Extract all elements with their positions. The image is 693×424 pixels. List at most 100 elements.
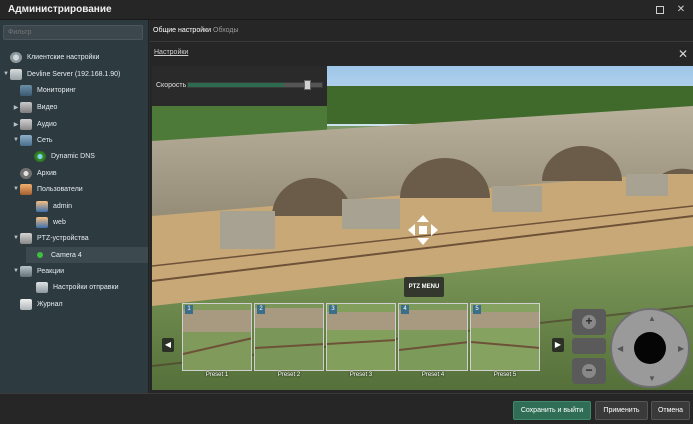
preset-1[interactable]: 1 Preset 1 bbox=[182, 303, 252, 383]
preset-number: 1 bbox=[185, 305, 193, 314]
sidebar-item-camera-4[interactable]: Camera 4 bbox=[26, 247, 148, 263]
user-icon bbox=[36, 200, 48, 212]
chevron-right-icon[interactable]: ▶ bbox=[12, 104, 20, 111]
chevron-down-icon[interactable]: ▼ bbox=[12, 186, 20, 192]
chevron-down-icon[interactable]: ▼ bbox=[12, 137, 20, 143]
sidebar: Клиентские настройки ▼ Devline Server (1… bbox=[0, 20, 149, 393]
maximize-icon bbox=[656, 6, 664, 14]
cancel-button[interactable]: Отмена bbox=[651, 401, 690, 420]
sidebar-item-video[interactable]: ▶ Видео bbox=[12, 99, 148, 115]
video-icon bbox=[20, 101, 32, 113]
gear-icon bbox=[10, 51, 22, 63]
speed-panel: Скорость bbox=[152, 66, 327, 106]
sidebar-item-users[interactable]: ▼ Пользователи bbox=[12, 181, 148, 197]
sidebar-item-label: admin bbox=[53, 202, 73, 210]
sidebar-item-server[interactable]: ▼ Devline Server (192.168.1.90) bbox=[2, 66, 148, 82]
preset-label: Preset 5 bbox=[493, 372, 517, 378]
apply-button[interactable]: Применить bbox=[595, 401, 648, 420]
preset-label: Preset 1 bbox=[205, 372, 229, 378]
arrow-up-icon[interactable]: ▲ bbox=[648, 314, 656, 323]
maximize-button[interactable] bbox=[653, 3, 667, 17]
preset-5[interactable]: 5 Preset 5 bbox=[470, 303, 540, 383]
speed-slider[interactable] bbox=[187, 80, 323, 90]
tab-patrols[interactable]: Обходы bbox=[213, 27, 239, 34]
preset-thumbnail: 1 bbox=[182, 303, 252, 371]
sidebar-item-ptz[interactable]: ▼ PTZ-устройства bbox=[12, 230, 148, 246]
sidebar-item-label: Пользователи bbox=[37, 185, 83, 193]
chevron-down-icon[interactable]: ▼ bbox=[2, 71, 10, 77]
ptz-menu-button[interactable]: PTZ MENU bbox=[404, 277, 444, 297]
sidebar-item-log[interactable]: Журнал bbox=[12, 296, 148, 312]
zoom-in-icon: + bbox=[582, 315, 596, 329]
close-window-button[interactable]: ✕ bbox=[674, 3, 688, 17]
sidebar-item-label: Camera 4 bbox=[51, 251, 82, 259]
user-icon bbox=[36, 216, 48, 228]
preset-label: Preset 4 bbox=[421, 372, 445, 378]
sidebar-item-dynamic-dns[interactable]: Dynamic DNS bbox=[26, 148, 148, 164]
zoom-out-button[interactable]: − bbox=[572, 358, 606, 384]
settings-link[interactable]: Настройки bbox=[154, 49, 188, 56]
log-icon bbox=[20, 298, 32, 310]
network-icon bbox=[20, 134, 32, 146]
sidebar-item-label: Настройки отправки bbox=[53, 283, 119, 291]
sidebar-item-label: Devline Server (192.168.1.90) bbox=[27, 70, 121, 78]
sidebar-item-label: Dynamic DNS bbox=[51, 152, 95, 160]
sidebar-item-label: Сеть bbox=[37, 136, 53, 144]
speed-slider-thumb[interactable] bbox=[304, 80, 312, 90]
sidebar-item-label: Клиентские настройки bbox=[27, 53, 100, 61]
window-title: Администрирование bbox=[8, 4, 112, 15]
zoom-out-icon: − bbox=[582, 364, 596, 378]
sidebar-item-label: Журнал bbox=[37, 300, 63, 308]
preset-number: 5 bbox=[473, 305, 481, 314]
presets-next-button[interactable]: ▶ bbox=[552, 338, 564, 352]
ptz-joystick[interactable]: ▲ ▼ ◀ ▶ bbox=[610, 308, 690, 388]
preset-4[interactable]: 4 Preset 4 bbox=[398, 303, 468, 383]
preset-thumbnail: 5 bbox=[470, 303, 540, 371]
chevron-down-icon[interactable]: ▼ bbox=[12, 235, 20, 241]
ptz-icon bbox=[20, 232, 32, 244]
sidebar-item-monitoring[interactable]: Мониторинг bbox=[12, 82, 148, 98]
joystick-center[interactable] bbox=[634, 332, 666, 364]
presets-prev-button[interactable]: ◀ bbox=[162, 338, 174, 352]
sidebar-item-admin[interactable]: admin bbox=[28, 198, 148, 214]
filter-input[interactable] bbox=[3, 25, 143, 40]
save-and-exit-button[interactable]: Сохранить и выйти bbox=[513, 401, 591, 420]
camera-view[interactable]: Скорость PTZ MENU ◀ 1 Preset 1 2 Preset … bbox=[152, 66, 693, 390]
preset-label: Preset 2 bbox=[277, 372, 301, 378]
send-settings-icon bbox=[36, 281, 48, 293]
reactions-icon bbox=[20, 265, 32, 277]
tab-bar: Общие настройки Обходы bbox=[150, 20, 693, 42]
sidebar-item-client-settings[interactable]: Клиентские настройки bbox=[2, 49, 148, 65]
sidebar-item-web[interactable]: web bbox=[28, 214, 148, 230]
sidebar-item-label: Видео bbox=[37, 103, 58, 111]
preset-label: Preset 3 bbox=[349, 372, 373, 378]
arrow-left-icon[interactable]: ◀ bbox=[617, 344, 623, 353]
close-icon[interactable]: ✕ bbox=[678, 47, 688, 61]
preset-number: 3 bbox=[329, 305, 337, 314]
sidebar-item-reactions[interactable]: ▼ Реакции bbox=[12, 263, 148, 279]
sidebar-item-network[interactable]: ▼ Сеть bbox=[12, 132, 148, 148]
zoom-in-button[interactable]: + bbox=[572, 309, 606, 335]
arrow-down-icon[interactable]: ▼ bbox=[648, 374, 656, 383]
camera-status-icon bbox=[37, 252, 43, 258]
chevron-down-icon[interactable]: ▼ bbox=[12, 268, 20, 274]
tab-general-settings[interactable]: Общие настройки bbox=[153, 27, 211, 34]
preset-3[interactable]: 3 Preset 3 bbox=[326, 303, 396, 383]
sidebar-item-send-settings[interactable]: Настройки отправки bbox=[28, 279, 148, 295]
keypad-button[interactable] bbox=[572, 338, 606, 354]
sidebar-item-audio[interactable]: ▶ Аудио bbox=[12, 116, 148, 132]
sidebar-item-label: PTZ-устройства bbox=[37, 234, 89, 242]
preset-thumbnail: 3 bbox=[326, 303, 396, 371]
sidebar-item-archive[interactable]: Архив bbox=[12, 165, 148, 181]
chevron-right-icon[interactable]: ▶ bbox=[12, 121, 20, 128]
arrow-right-icon[interactable]: ▶ bbox=[678, 344, 684, 353]
monitor-icon bbox=[20, 84, 32, 96]
preset-thumbnail: 2 bbox=[254, 303, 324, 371]
preset-number: 2 bbox=[257, 305, 265, 314]
globe-icon bbox=[34, 150, 46, 162]
archive-icon bbox=[20, 167, 32, 179]
sidebar-item-label: Реакции bbox=[37, 267, 65, 275]
sidebar-item-label: Архив bbox=[37, 169, 57, 177]
preset-thumbnail: 4 bbox=[398, 303, 468, 371]
preset-2[interactable]: 2 Preset 2 bbox=[254, 303, 324, 383]
